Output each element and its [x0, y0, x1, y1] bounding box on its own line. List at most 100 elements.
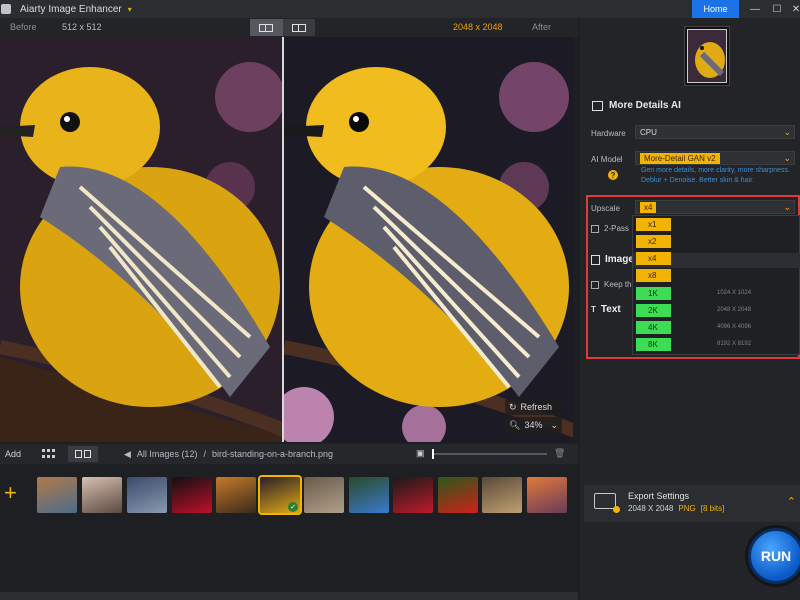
chevron-down-icon: ⌄: [783, 202, 791, 212]
all-images-link[interactable]: All Images (12): [137, 449, 198, 460]
after-image: [284, 37, 573, 442]
hardware-select[interactable]: CPU ⌄: [635, 125, 795, 139]
before-label: Before: [10, 22, 37, 32]
thumbnail-cathedral[interactable]: [37, 477, 77, 513]
keep-checkbox[interactable]: [591, 280, 599, 289]
thumbnail-woman-hair[interactable]: [482, 477, 522, 513]
upscale-option-8k[interactable]: 8K: [636, 338, 671, 351]
thumbnail-rose[interactable]: [172, 477, 212, 513]
thumbnail-moth[interactable]: [304, 477, 344, 513]
export-meta: 2048 X 2048 PNG [8 bits]: [628, 504, 724, 513]
split-view-icon: [259, 23, 274, 32]
filmstrip-icon: [75, 450, 91, 458]
breadcrumb-separator: /: [203, 449, 206, 459]
home-button[interactable]: Home: [692, 0, 739, 18]
upscale-option-x4[interactable]: x4: [636, 252, 671, 265]
image-compare-view[interactable]: ↻ Refresh 🔍︎ 34% ⌄: [0, 37, 578, 442]
refresh-label: Refresh: [520, 402, 553, 412]
split-view-button[interactable]: [250, 19, 283, 36]
thumbnail-sunset-city[interactable]: [527, 477, 567, 513]
thumbnail-strip: + ✓: [0, 472, 578, 518]
compare-header: Before 512 x 512 2048 x 2048 After: [0, 18, 578, 37]
chevron-down-icon: ⌄: [783, 153, 791, 163]
settings-panel: More Details AI Hardware CPU ⌄ AI Model …: [580, 18, 800, 600]
upscale-label: Upscale: [591, 204, 620, 213]
grid-icon: [42, 449, 55, 458]
ai-model-select[interactable]: More-Detail GAN v2 ⌄: [635, 151, 795, 165]
hardware-label: Hardware: [591, 129, 626, 138]
text-row: T Text: [591, 304, 621, 315]
upscale-option-x8[interactable]: x8: [636, 269, 671, 282]
refresh-button[interactable]: ↻ Refresh: [505, 399, 562, 415]
upscale-option-1k[interactable]: 1K: [636, 287, 671, 300]
after-size: 2048 x 2048: [453, 22, 503, 32]
minimize-button[interactable]: —: [745, 0, 765, 18]
chevron-down-icon: ⌄: [550, 419, 558, 430]
upscale-option-2k[interactable]: 2K: [636, 304, 671, 317]
current-filename: bird-standing-on-a-branch.png: [211, 449, 334, 459]
grid-view-button[interactable]: [36, 446, 62, 462]
export-title: Export Settings: [628, 491, 690, 501]
title-bar: Aiarty Image Enhancer ▾ Home — ☐ ✕: [0, 0, 800, 18]
image-type-icon: [591, 254, 600, 265]
zoom-value: 34%: [524, 420, 543, 430]
selected-check-icon: ✓: [288, 502, 298, 512]
upscale-select[interactable]: x4 ⌄: [635, 200, 795, 214]
thumbnail-mountains[interactable]: [127, 477, 167, 513]
chevron-down-icon: ⌄: [783, 127, 791, 137]
footer-bar: [0, 592, 578, 600]
refresh-icon: ↻: [509, 401, 517, 412]
two-pass-row[interactable]: 2-Pass: [591, 224, 629, 233]
maximize-button[interactable]: ☐: [767, 0, 787, 18]
breadcrumb: ◀ All Images (12) / bird-standing-on-a-b…: [124, 449, 333, 460]
preview-thumbnail: [687, 29, 727, 83]
app-menu-chevron-icon[interactable]: ▾: [128, 5, 132, 14]
upscale-dropdown-menu[interactable]: x1 x2 x4 x8 1K 1024 X 1024 2K 2048 X 2048 4K 4096…: [632, 215, 800, 355]
side-by-side-icon: [291, 23, 306, 32]
text-icon: T: [591, 305, 596, 314]
upscale-option-resolution: 1024 X 1024: [717, 290, 752, 296]
upscale-option-x2[interactable]: x2: [636, 235, 671, 248]
export-settings-bar[interactable]: Export Settings 2048 X 2048 PNG [8 bits]…: [584, 485, 800, 522]
two-pass-checkbox[interactable]: [591, 224, 599, 233]
navigator-preview[interactable]: [684, 26, 730, 86]
zoom-icon: 🔍︎: [509, 419, 521, 430]
app-title: Aiarty Image Enhancer: [20, 3, 122, 15]
export-size: 2048 X 2048: [628, 504, 674, 513]
upscale-option-resolution: 2048 X 2048: [717, 307, 752, 313]
app-logo-icon: [1, 4, 11, 14]
upscale-option-resolution: 4096 X 4096: [717, 324, 752, 330]
thumbnail-blue-bird[interactable]: [349, 477, 389, 513]
thumbnail-portrait[interactable]: [82, 477, 122, 513]
section-title: More Details AI: [592, 100, 681, 111]
back-arrow-icon[interactable]: ◀: [124, 449, 131, 460]
expand-up-icon[interactable]: ⌃: [787, 495, 796, 508]
ai-model-description: Gen more details, more clarity, more sha…: [641, 167, 790, 184]
add-button[interactable]: Add: [5, 449, 21, 459]
enhance-icon: [592, 100, 603, 111]
help-icon[interactable]: ?: [608, 170, 618, 180]
keep-row[interactable]: Keep th: [591, 280, 632, 289]
thumbnail-red-flower[interactable]: [438, 477, 478, 513]
ai-model-label: AI Model: [591, 155, 623, 164]
thumbnail-tiger[interactable]: [216, 477, 256, 513]
view-mode-toggle[interactable]: [250, 19, 315, 36]
upscale-option-4k[interactable]: 4K: [636, 321, 671, 334]
run-button[interactable]: RUN: [748, 528, 800, 584]
thumbnail-size-slider[interactable]: [433, 453, 547, 455]
thumbnail-bird-yellow[interactable]: ✓: [258, 475, 302, 515]
image-row: Image: [591, 254, 634, 265]
close-button[interactable]: ✕: [786, 0, 800, 18]
zoom-dropdown[interactable]: 🔍︎ 34% ⌄: [505, 417, 562, 433]
thumbnail-cherries[interactable]: [393, 477, 433, 513]
upscale-option-x1[interactable]: x1: [636, 218, 671, 231]
slider-thumb[interactable]: [432, 449, 434, 459]
after-label: After: [532, 22, 552, 32]
filmstrip-view-button[interactable]: [68, 446, 98, 462]
image-size-icon: ▣: [416, 448, 425, 458]
trash-icon[interactable]: 🗑︎: [554, 448, 565, 459]
add-image-plus-icon[interactable]: +: [4, 482, 17, 504]
side-by-side-button[interactable]: [283, 19, 316, 36]
export-settings-icon: [594, 493, 620, 513]
export-bits: [8 bits]: [700, 504, 725, 513]
